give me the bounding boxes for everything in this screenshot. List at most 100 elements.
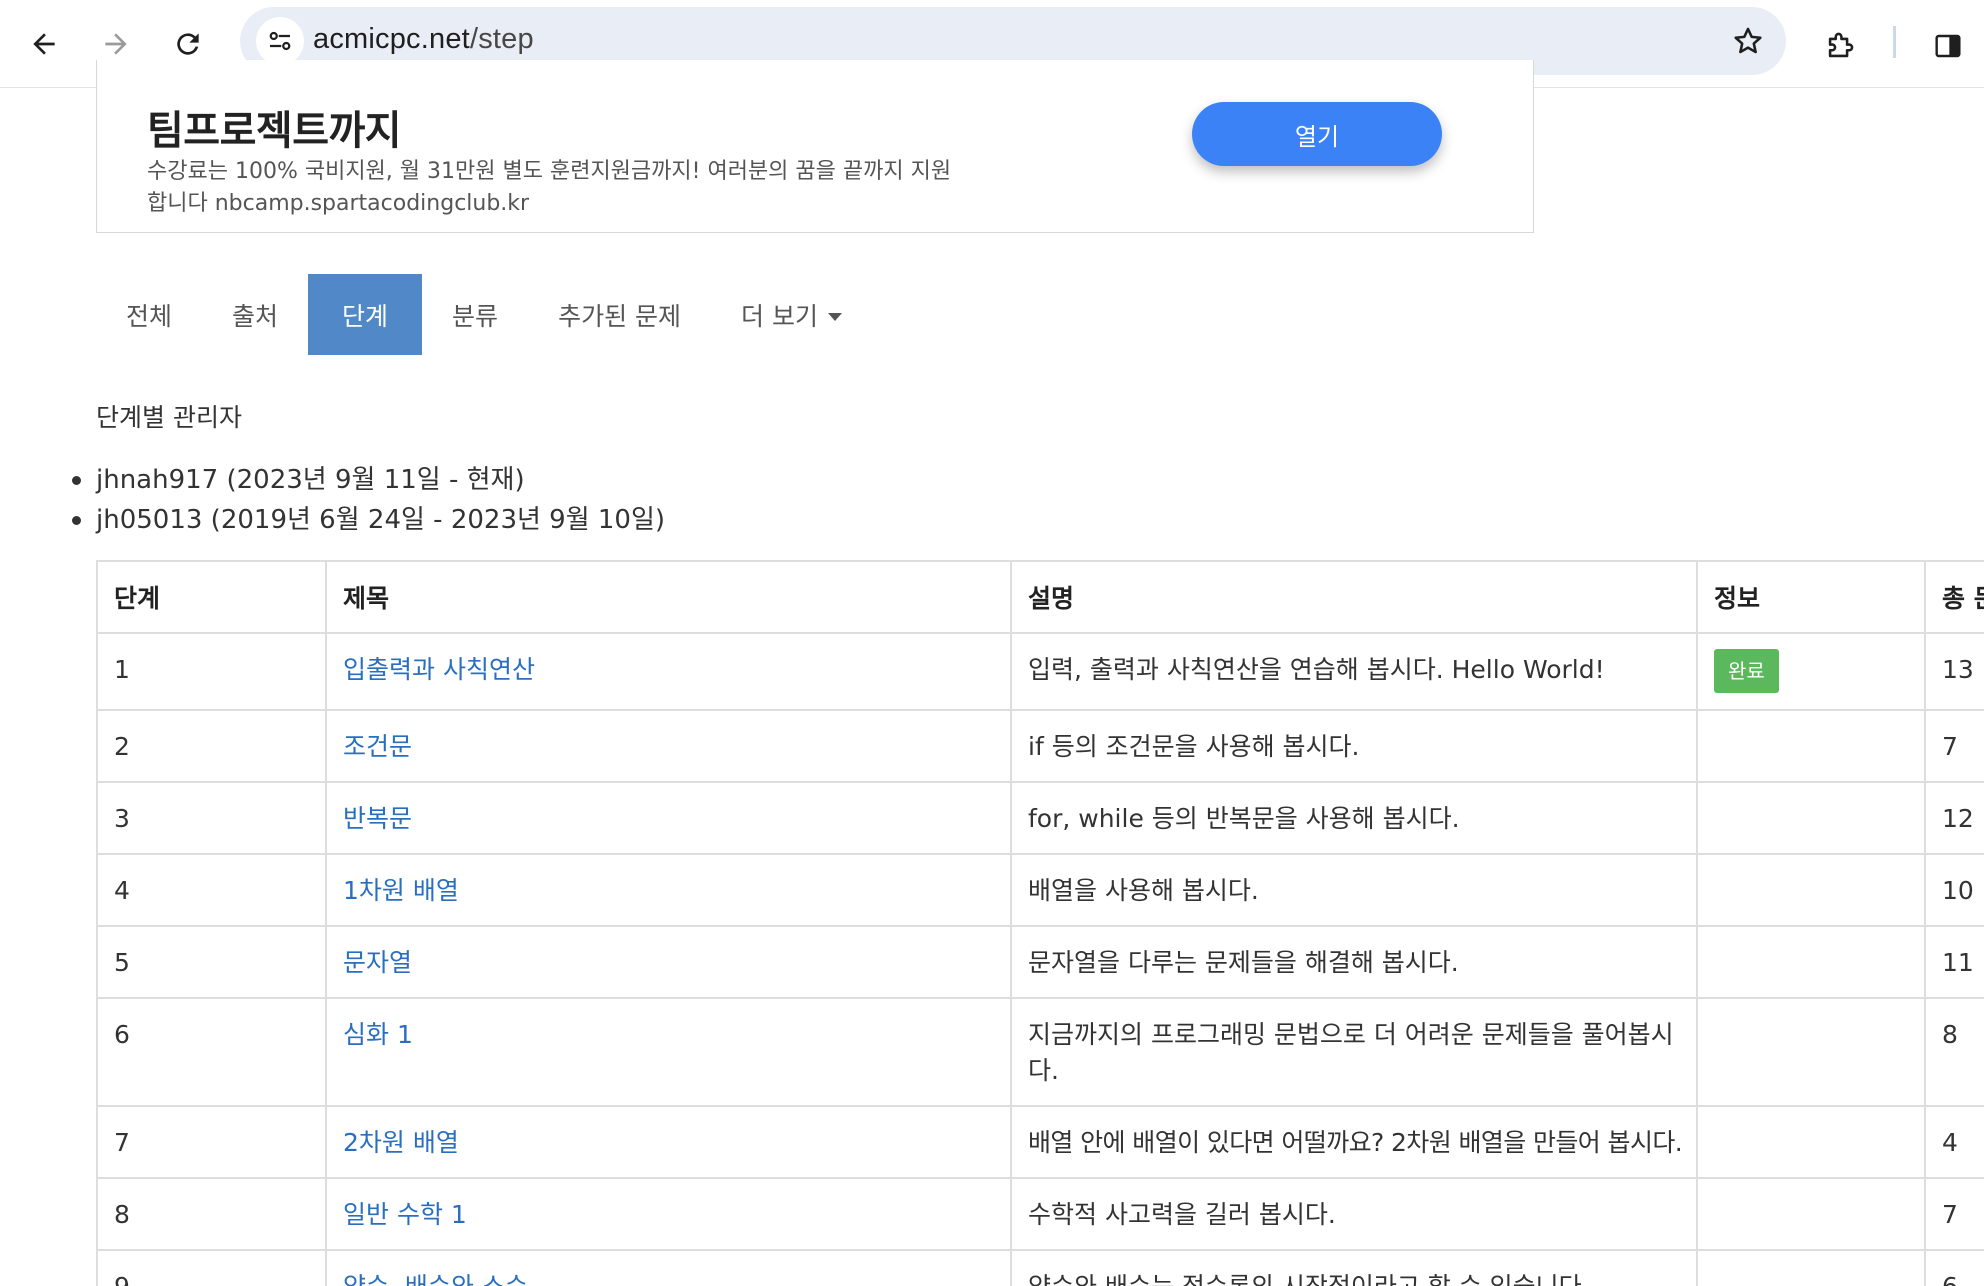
table-header-row: 단계 제목 설명 정보 총 문: [96, 560, 1984, 634]
step-link[interactable]: 일반 수학 1: [343, 1200, 467, 1229]
step-title-cell: 반복문: [325, 781, 1012, 855]
step-info: [1696, 1177, 1926, 1251]
status-badge: 완료: [1714, 649, 1779, 693]
table-row: 1 입출력과 사칙연산 입력, 출력과 사칙연산을 연습해 봅시다. Hello…: [96, 632, 1984, 711]
step-description: 배열 안에 배열이 있다면 어떨까요? 2차원 배열을 만들어 봅시다.: [1010, 1105, 1698, 1179]
header-info: 정보: [1696, 560, 1926, 634]
step-number: 9: [96, 1249, 327, 1286]
table-row: 3 반복문 for, while 등의 반복문을 사용해 봅시다. 12: [96, 781, 1984, 855]
header-description: 설명: [1010, 560, 1698, 634]
step-total: 7: [1924, 709, 1984, 783]
toolbar-separator: [1893, 26, 1896, 58]
tab-label: 추가된 문제: [558, 301, 682, 331]
step-link[interactable]: 2차원 배열: [343, 1128, 459, 1157]
step-description: 문자열을 다루는 문제들을 해결해 봅시다.: [1010, 925, 1698, 999]
table-row: 8 일반 수학 1 수학적 사고력을 길러 봅시다. 7: [96, 1177, 1984, 1251]
step-number: 5: [96, 925, 327, 999]
step-link[interactable]: 심화 1: [343, 1020, 413, 1049]
caret-down-icon: [827, 312, 842, 321]
tab-more[interactable]: 더 보기: [711, 274, 872, 355]
bookmark-button[interactable]: [1726, 19, 1770, 63]
side-panel-button[interactable]: [1920, 18, 1976, 74]
step-link[interactable]: 반복문: [343, 804, 412, 833]
url-text[interactable]: acmicpc.net/step: [313, 23, 534, 56]
tab-label: 단계: [342, 301, 389, 331]
tab-label: 출처: [232, 301, 279, 331]
star-icon: [1734, 27, 1762, 54]
step-info: [1696, 997, 1926, 1107]
step-total: 6: [1924, 1249, 1984, 1286]
managers-title: 단계별 관리자: [96, 403, 242, 432]
tab-label: 전체: [126, 301, 173, 331]
step-total: 11: [1924, 925, 1984, 999]
tab-category[interactable]: 분류: [422, 274, 528, 355]
table-row: 6 심화 1 지금까지의 프로그래밍 문법으로 더 어려운 문제들을 풀어봅시다…: [96, 997, 1984, 1107]
tab-label: 더 보기: [741, 301, 818, 331]
tune-icon: [269, 31, 291, 51]
step-title-cell: 2차원 배열: [325, 1105, 1012, 1179]
tab-all[interactable]: 전체: [96, 274, 202, 355]
url-host: acmicpc.net: [313, 23, 470, 55]
step-title-cell: 일반 수학 1: [325, 1177, 1012, 1251]
ad-description: 수강료는 100% 국비지원, 월 31만원 별도 훈련지원금까지! 여러분의 …: [147, 159, 952, 216]
step-number: 8: [96, 1177, 327, 1251]
step-info: [1696, 853, 1926, 927]
problem-tabs: 전체 출처 단계 분류 추가된 문제 더 보기: [96, 274, 872, 355]
tab-source[interactable]: 출처: [202, 274, 308, 355]
step-link[interactable]: 문자열: [343, 948, 412, 977]
ad-banner[interactable]: 팀프로젝트까지 수강료는 100% 국비지원, 월 31만원 별도 훈련지원금까…: [96, 60, 1534, 233]
step-number: 1: [96, 632, 327, 711]
tab-step[interactable]: 단계: [308, 274, 423, 355]
step-link[interactable]: 1차원 배열: [343, 876, 459, 905]
header-step: 단계: [96, 560, 327, 634]
step-description: 입력, 출력과 사칙연산을 연습해 봅시다. Hello World!: [1010, 632, 1698, 711]
steps-table: 단계 제목 설명 정보 총 문 1 입출력과 사칙연산 입력, 출력과 사칙연산…: [96, 560, 1984, 1286]
url-path: /step: [469, 23, 534, 55]
table-row: 5 문자열 문자열을 다루는 문제들을 해결해 봅시다. 11: [96, 925, 1984, 999]
arrow-right-icon: [105, 33, 127, 55]
tab-label: 분류: [452, 301, 499, 331]
step-total: 12: [1924, 781, 1984, 855]
site-info-button[interactable]: [256, 17, 304, 65]
arrow-left-icon: [33, 33, 55, 55]
puzzle-icon: [1828, 32, 1854, 58]
step-number: 4: [96, 853, 327, 927]
step-info: [1696, 1105, 1926, 1179]
step-number: 7: [96, 1105, 327, 1179]
step-total: 13: [1924, 632, 1984, 711]
table-row: 4 1차원 배열 배열을 사용해 봅시다. 10: [96, 853, 1984, 927]
table-row: 9 약수, 배수와 소수 약수와 배수는 정수론의 시작점이라고 할 수 있습니…: [96, 1249, 1984, 1286]
ad-title: 팀프로젝트까지: [147, 108, 402, 154]
step-description: 수학적 사고력을 길러 봅시다.: [1010, 1177, 1698, 1251]
table-row: 2 조건문 if 등의 조건문을 사용해 봅시다. 7: [96, 709, 1984, 783]
table-row: 7 2차원 배열 배열 안에 배열이 있다면 어떨까요? 2차원 배열을 만들어…: [96, 1105, 1984, 1179]
step-info: [1696, 925, 1926, 999]
step-info: [1696, 709, 1926, 783]
step-total: 7: [1924, 1177, 1984, 1251]
step-total: 8: [1924, 997, 1984, 1107]
step-title-cell: 약수, 배수와 소수: [325, 1249, 1012, 1286]
step-title-cell: 입출력과 사칙연산: [325, 632, 1012, 711]
back-button[interactable]: [16, 16, 72, 72]
tab-added[interactable]: 추가된 문제: [528, 274, 711, 355]
step-title-cell: 1차원 배열: [325, 853, 1012, 927]
step-title-cell: 문자열: [325, 925, 1012, 999]
step-title-cell: 조건문: [325, 709, 1012, 783]
list-item: jhnah917 (2023년 9월 11일 - 현재): [68, 460, 665, 500]
step-number: 6: [96, 997, 327, 1107]
step-total: 10: [1924, 853, 1984, 927]
ad-open-button[interactable]: 열기: [1192, 102, 1442, 166]
step-total: 4: [1924, 1105, 1984, 1179]
step-description: 지금까지의 프로그래밍 문법으로 더 어려운 문제들을 풀어봅시다.: [1010, 997, 1698, 1107]
extensions-button[interactable]: [1812, 18, 1868, 74]
step-link[interactable]: 약수, 배수와 소수: [343, 1272, 528, 1286]
step-info: [1696, 1249, 1926, 1286]
step-description: 약수와 배수는 정수론의 시작점이라고 할 수 있습니다.: [1010, 1249, 1698, 1286]
step-link[interactable]: 입출력과 사칙연산: [343, 655, 535, 684]
steps-table-wrap: 단계 제목 설명 정보 총 문 1 입출력과 사칙연산 입력, 출력과 사칙연산…: [96, 560, 1984, 1286]
step-link[interactable]: 조건문: [343, 732, 412, 761]
step-description: for, while 등의 반복문을 사용해 봅시다.: [1010, 781, 1698, 855]
step-number: 3: [96, 781, 327, 855]
step-number: 2: [96, 709, 327, 783]
step-description: 배열을 사용해 봅시다.: [1010, 853, 1698, 927]
